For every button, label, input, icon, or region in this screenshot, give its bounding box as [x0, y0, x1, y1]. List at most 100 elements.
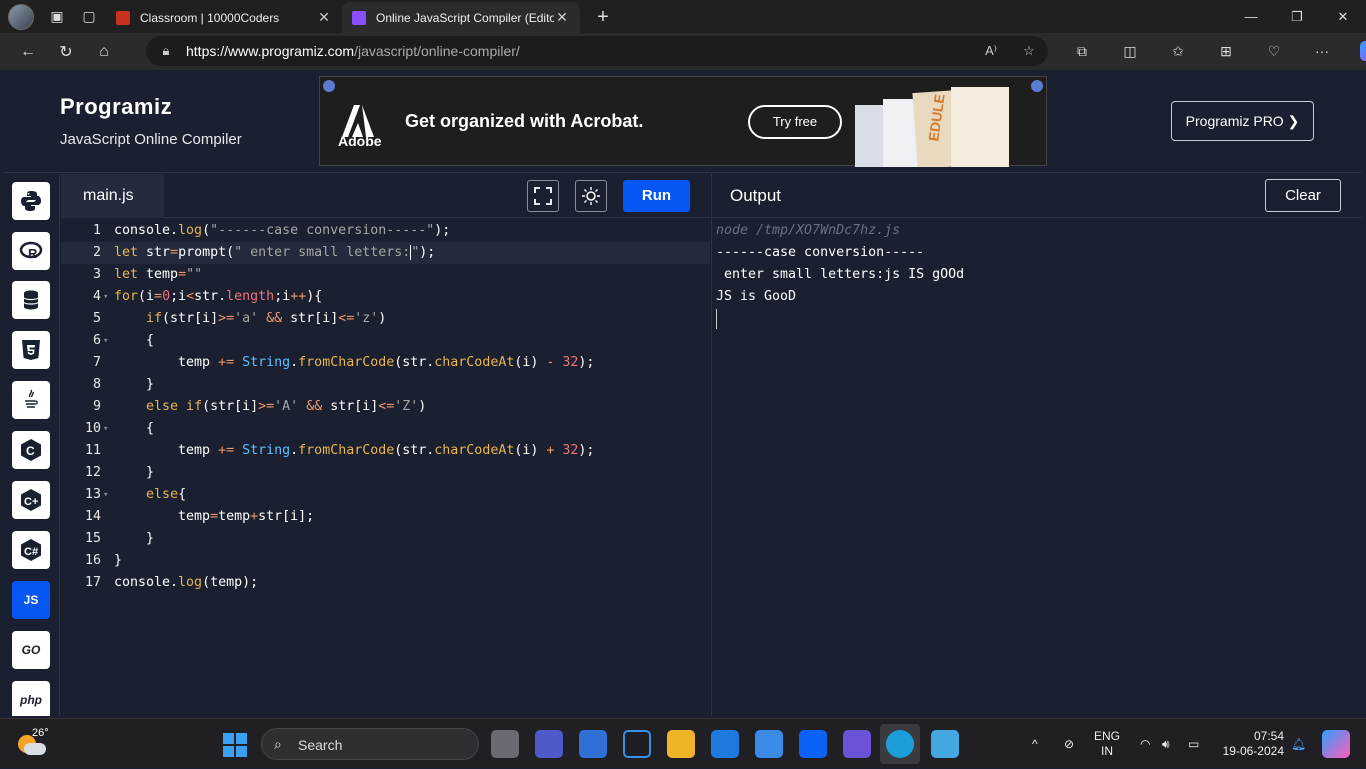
- programiz-pro-button[interactable]: Programiz PRO ❯: [1171, 101, 1314, 141]
- output-console[interactable]: node /tmp/XO7WnDc7hz.js ------case conve…: [716, 220, 964, 329]
- collections-icon[interactable]: ⊞: [1202, 36, 1250, 66]
- php-language-button[interactable]: php: [12, 681, 50, 716]
- close-window-icon[interactable]: ✕: [1320, 0, 1366, 33]
- code-line[interactable]: 1 console.log("------case conversion-----…: [61, 220, 710, 242]
- fold-arrow-icon[interactable]: ▾: [103, 418, 108, 440]
- c-language-button[interactable]: C: [12, 431, 50, 469]
- csharp-language-button[interactable]: C#: [12, 531, 50, 569]
- volume-icon[interactable]: 🔊︎: [1162, 719, 1170, 769]
- go-language-button[interactable]: GO: [12, 631, 50, 669]
- code-line[interactable]: 12 }: [61, 462, 710, 484]
- wifi-icon[interactable]: ◠: [1140, 719, 1150, 769]
- line-number: 6: [92, 333, 101, 348]
- clock-date: 19-06-2024: [1222, 744, 1284, 758]
- code-line[interactable]: 5 if(str[i]>='a' && str[i]<='z'): [61, 308, 710, 330]
- line-number: 1: [92, 223, 101, 238]
- ad-choices-icon[interactable]: [323, 80, 335, 92]
- code-line[interactable]: 8 }: [61, 374, 710, 396]
- code-line[interactable]: 15 }: [61, 528, 710, 550]
- extensions-icon[interactable]: ⧉: [1058, 36, 1106, 66]
- system-clock[interactable]: 07:54 19-06-2024: [1216, 729, 1284, 759]
- file-tab-main-js[interactable]: main.js: [61, 174, 164, 218]
- microsoft-store-icon[interactable]: [755, 730, 783, 758]
- file-explorer-icon[interactable]: [667, 730, 695, 758]
- python-language-button[interactable]: [12, 182, 50, 220]
- weather-widget[interactable]: 26°: [16, 727, 52, 763]
- show-hidden-icons[interactable]: ^: [1032, 719, 1038, 769]
- read-aloud-icon[interactable]: A⁾: [972, 43, 1010, 59]
- notepad-icon[interactable]: [931, 730, 959, 758]
- fold-arrow-icon[interactable]: ▾: [103, 484, 108, 506]
- browser-tab-compiler[interactable]: Online JavaScript Compiler (Edito ✕: [342, 2, 580, 33]
- javascript-language-button[interactable]: JS: [12, 581, 50, 619]
- restore-icon[interactable]: ❐: [1274, 0, 1320, 33]
- java-language-button[interactable]: [12, 381, 50, 419]
- copilot-icon[interactable]: [1346, 36, 1366, 66]
- code-line[interactable]: 17 console.log(temp);: [61, 572, 710, 594]
- run-button[interactable]: Run: [623, 180, 690, 212]
- dropbox-icon[interactable]: [799, 730, 827, 758]
- input-language[interactable]: ENG IN: [1094, 729, 1120, 759]
- fold-arrow-icon[interactable]: ▾: [103, 330, 108, 352]
- browser-tab-classroom[interactable]: Classroom | 10000Coders ✕: [106, 2, 342, 33]
- home-icon[interactable]: ⌂: [85, 37, 123, 67]
- advertisement-banner[interactable]: Adobe Get organized with Acrobat. Try fr…: [319, 76, 1047, 167]
- more-menu-icon[interactable]: ···: [1298, 36, 1346, 66]
- fullscreen-button[interactable]: [527, 180, 559, 212]
- code-line[interactable]: 7 temp += String.fromCharCode(str.charCo…: [61, 352, 710, 374]
- output-input-cursor[interactable]: [716, 309, 717, 329]
- copilot-taskbar-icon[interactable]: [1322, 730, 1350, 758]
- code-line[interactable]: 3 let temp="": [61, 264, 710, 286]
- line-number: 5: [92, 311, 101, 326]
- mail-icon[interactable]: [711, 730, 739, 758]
- close-tab-icon[interactable]: ✕: [316, 9, 332, 26]
- fold-arrow-icon[interactable]: ▾: [103, 286, 108, 308]
- new-tab-button[interactable]: +: [588, 2, 618, 33]
- refresh-icon[interactable]: ↻: [47, 37, 85, 67]
- minimize-icon[interactable]: —: [1228, 0, 1274, 33]
- r-language-button[interactable]: R: [12, 232, 50, 270]
- theme-toggle-button[interactable]: [575, 180, 607, 212]
- browser-essentials-icon[interactable]: ♡: [1250, 36, 1298, 66]
- url-text[interactable]: https://www.programiz.com/javascript/onl…: [186, 43, 972, 59]
- split-screen-icon[interactable]: ◫: [1106, 36, 1154, 66]
- code-line[interactable]: 13 ▾ else{: [61, 484, 710, 506]
- code-line[interactable]: 6 ▾ {: [61, 330, 710, 352]
- svg-text:C: C: [26, 444, 35, 458]
- battery-icon[interactable]: ▭: [1188, 719, 1199, 769]
- close-tab-icon[interactable]: ✕: [554, 9, 570, 26]
- app-icon[interactable]: [843, 730, 871, 758]
- code-line-current[interactable]: 2 let str=prompt(" enter small letters:")…: [61, 242, 710, 264]
- task-view-icon[interactable]: [491, 730, 519, 758]
- teams-icon[interactable]: [535, 730, 563, 758]
- svg-text:C#: C#: [24, 546, 38, 558]
- tab-actions-icon[interactable]: ▢: [80, 8, 98, 26]
- windows-start-icon[interactable]: [223, 733, 247, 757]
- edge-browser-icon[interactable]: [886, 730, 914, 758]
- html-language-button[interactable]: [12, 331, 50, 369]
- code-area[interactable]: 1 console.log("------case conversion-----…: [61, 220, 710, 594]
- code-line[interactable]: 10 ▾ {: [61, 418, 710, 440]
- notification-bell-icon[interactable]: 🔔︎: [1291, 719, 1306, 769]
- code-line[interactable]: 11 temp += String.fromCharCode(str.charC…: [61, 440, 710, 462]
- back-icon[interactable]: ←: [9, 37, 47, 67]
- lock-icon[interactable]: 🔒︎: [146, 43, 186, 59]
- sql-language-button[interactable]: [12, 281, 50, 319]
- code-line[interactable]: 4 ▾ for(i=0;i<str.length;i++){: [61, 286, 710, 308]
- favorite-star-icon[interactable]: ☆: [1010, 43, 1048, 59]
- code-line[interactable]: 9 else if(str[i]>='A' && str[i]<='Z'): [61, 396, 710, 418]
- programiz-logo[interactable]: Programiz: [60, 94, 172, 120]
- code-line[interactable]: 16}: [61, 550, 710, 572]
- taskbar-search[interactable]: ⌕ Search: [261, 728, 479, 760]
- profile-avatar[interactable]: [8, 3, 34, 30]
- vscode-like-icon[interactable]: [623, 730, 651, 758]
- code-line[interactable]: 14 temp=temp+str[i];: [61, 506, 710, 528]
- cpp-language-button[interactable]: C+: [12, 481, 50, 519]
- address-bar[interactable]: 🔒︎ https://www.programiz.com/javascript/…: [146, 36, 1048, 66]
- dev-home-icon[interactable]: [579, 730, 607, 758]
- meet-now-icon[interactable]: ⊘: [1064, 719, 1074, 769]
- favorites-icon[interactable]: ✩: [1154, 36, 1202, 66]
- ad-try-free-button[interactable]: Try free: [748, 105, 842, 139]
- workspaces-icon[interactable]: ▣: [48, 8, 66, 26]
- clear-button[interactable]: Clear: [1265, 179, 1341, 212]
